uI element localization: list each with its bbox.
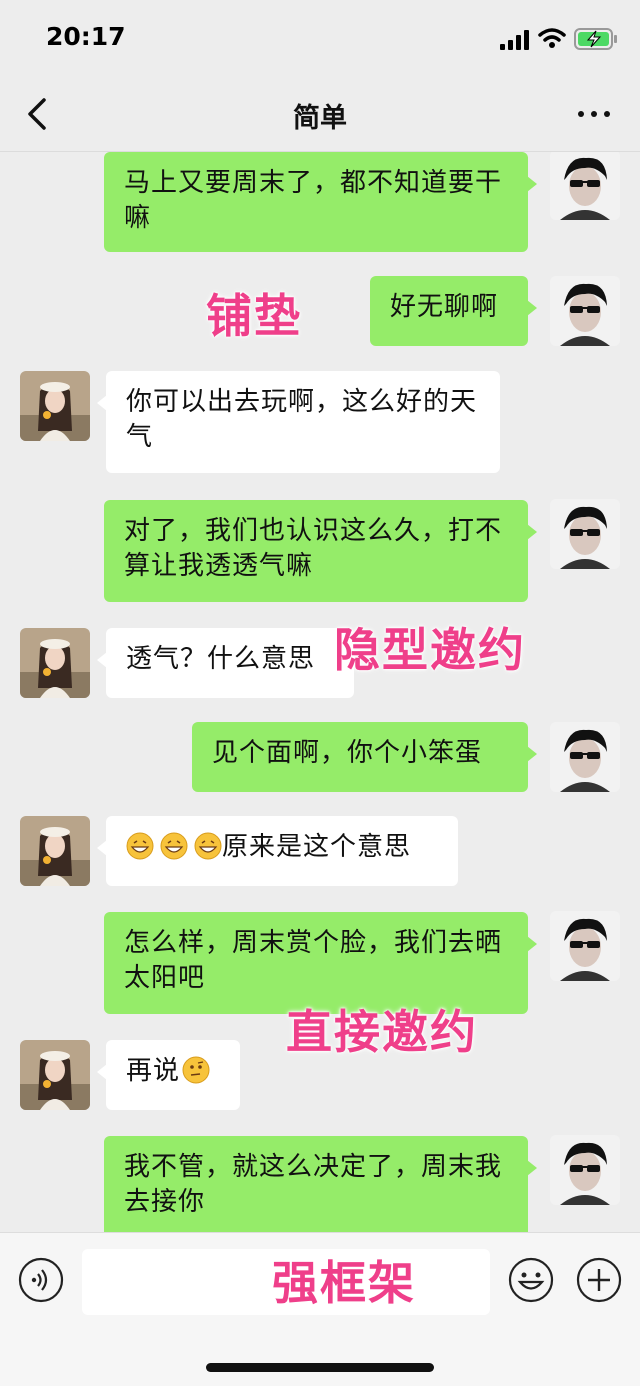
plus-icon[interactable]	[576, 1257, 622, 1303]
contact-avatar[interactable]	[20, 371, 90, 441]
my-avatar[interactable]	[550, 276, 620, 346]
my-avatar[interactable]	[550, 1135, 620, 1205]
message-bubble-received[interactable]: 原来是这个意思	[97, 816, 458, 886]
thinking-emoji	[182, 1056, 210, 1084]
message-bubble-sent[interactable]: 马上又要周末了，都不知道要干嘛	[104, 152, 537, 252]
message-bubble-sent[interactable]: 对了，我们也认识这么久，打不算让我透透气嘛	[104, 500, 537, 602]
annotation-label: 隐型邀约	[334, 623, 526, 677]
annotation-label: 强框架	[272, 1256, 416, 1310]
message-text: 透气？什么意思	[126, 644, 316, 674]
grin-emoji	[126, 832, 154, 860]
input-bar: 强框架	[0, 1232, 640, 1386]
message-bubble-received[interactable]: 再说	[97, 1040, 240, 1110]
my-avatar[interactable]	[550, 152, 620, 220]
more-icon[interactable]	[574, 98, 614, 128]
message-text: 马上又要周末了，都不知道要干嘛	[124, 168, 503, 233]
message-text: 我不管，就这么决定了，周末我去接你	[124, 1152, 503, 1217]
status-time: 20:17	[46, 22, 126, 51]
message-bubble-sent[interactable]: 我不管，就这么决定了，周末我去接你	[104, 1136, 537, 1232]
contact-avatar[interactable]	[20, 628, 90, 698]
home-indicator	[206, 1363, 434, 1372]
message-bubble-received[interactable]: 你可以出去玩啊，这么好的天气	[97, 371, 500, 473]
grin-emoji	[194, 832, 222, 860]
message-text: 对了，我们也认识这么久，打不算让我透透气嘛	[124, 516, 503, 581]
my-avatar[interactable]	[550, 499, 620, 569]
annotation-label: 铺垫	[206, 289, 302, 343]
emoji-icon[interactable]	[508, 1257, 554, 1303]
message-text: 原来是这个意思	[222, 832, 412, 862]
contact-avatar[interactable]	[20, 816, 90, 886]
message-text: 你可以出去玩啊，这么好的天气	[126, 387, 478, 452]
chat-title: 简单	[293, 103, 347, 134]
message-bubble-sent[interactable]: 好无聊啊	[370, 276, 537, 346]
wifi-icon	[538, 28, 566, 48]
message-text: 好无聊啊	[390, 292, 499, 322]
grin-emoji	[160, 832, 188, 860]
message-text: 见个面啊，你个小笨蛋	[212, 738, 483, 768]
status-bar: 20:17	[0, 0, 640, 80]
battery-charging-icon	[574, 28, 617, 50]
chat-header: 简单	[0, 80, 640, 152]
my-avatar[interactable]	[550, 722, 620, 792]
signal-icon	[500, 30, 529, 50]
message-text: 怎么样，周末赏个脸，我们去晒太阳吧	[124, 928, 503, 993]
message-bubble-sent[interactable]: 见个面啊，你个小笨蛋	[192, 722, 537, 792]
my-avatar[interactable]	[550, 911, 620, 981]
annotation-label: 直接邀约	[286, 1005, 478, 1059]
chat-messages[interactable]: 马上又要周末了，都不知道要干嘛 好无聊啊 铺垫 你可以出去玩啊，这么好的天气 对…	[0, 152, 640, 1232]
message-text: 再说	[126, 1056, 181, 1086]
voice-icon[interactable]	[18, 1257, 64, 1303]
message-bubble-received[interactable]: 透气？什么意思	[97, 628, 354, 698]
contact-avatar[interactable]	[20, 1040, 90, 1110]
